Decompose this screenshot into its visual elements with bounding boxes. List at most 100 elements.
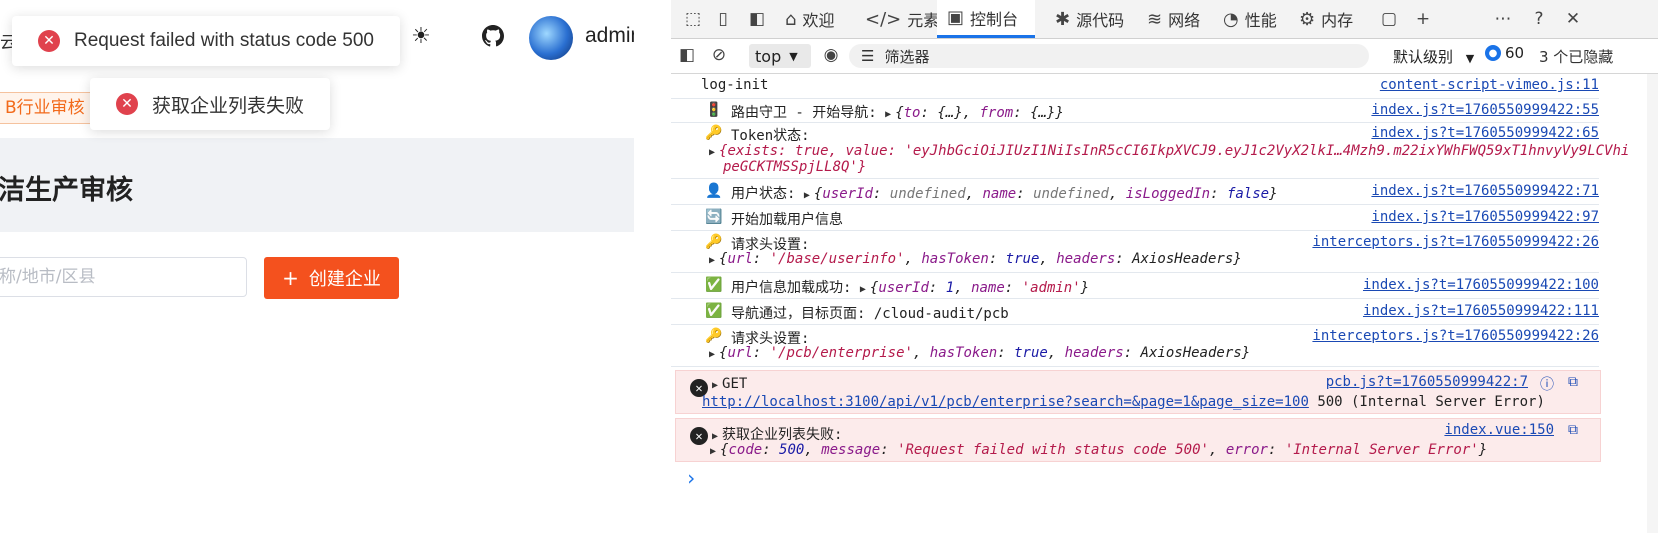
console-scrollbar[interactable]: [1647, 74, 1658, 533]
expand-icon[interactable]: ▶: [709, 349, 715, 360]
expand-icon[interactable]: ▶: [710, 446, 716, 457]
message-icon: ●: [1485, 45, 1501, 61]
console-error-row: ✕ ▶ GET pcb.js?t=1760550999422:7 ⓘ ⧉ http…: [675, 370, 1601, 414]
check-icon: ✅: [705, 277, 723, 293]
source-link[interactable]: pcb.js?t=1760550999422:7: [1326, 374, 1528, 390]
context-select[interactable]: top ▼: [749, 44, 811, 68]
console-row: 🚦 路由守卫 - 开始导航: ▶ {to: {…}, from: {…}} ind…: [671, 98, 1599, 123]
expand-icon[interactable]: ▶: [804, 190, 810, 201]
create-enterprise-label: 创建企业: [308, 269, 381, 290]
gauge-icon: ◔: [1223, 8, 1239, 30]
source-link[interactable]: index.js?t=1760550999422:97: [1371, 209, 1599, 225]
error-icon: ✕: [38, 30, 60, 52]
wifi-icon: ≋: [1147, 8, 1163, 30]
code-icon: </>: [865, 8, 902, 30]
hidden-count: 3 个已隐藏: [1539, 48, 1614, 66]
console-row: ✅ 导航通过，目标页面: /cloud-audit/pcb index.js?t…: [671, 298, 1599, 325]
traffic-light-icon: 🚦: [705, 102, 723, 118]
key-icon: 🔑: [705, 234, 723, 250]
copilot-icon[interactable]: ⧉: [1568, 374, 1578, 390]
tab-industry-review[interactable]: B行业审核: [0, 92, 96, 124]
github-icon[interactable]: [479, 22, 507, 50]
user-icon: 👤: [705, 183, 723, 199]
key-icon: 🔑: [705, 328, 723, 344]
source-link[interactable]: index.js?t=1760550999422:55: [1371, 102, 1599, 118]
error-icon: ✕: [116, 93, 138, 115]
key-icon: 🔑: [705, 125, 723, 141]
source-link[interactable]: content-script-vimeo.js:11: [1380, 77, 1599, 93]
source-link[interactable]: index.js?t=1760550999422:65: [1371, 125, 1599, 141]
log-level-select[interactable]: 默认级别 ▼: [1393, 46, 1474, 67]
filter-icon: ☰: [861, 47, 875, 65]
tab-network[interactable]: ≋ 网络: [1141, 0, 1206, 38]
create-enterprise-button[interactable]: + 创建企业: [264, 257, 399, 299]
page-title: 洁生产审核: [0, 175, 133, 206]
devtools-panel: ⬚ ▯ ◧ ⌂ 欢迎 </> 元素 ▣ 控制台 ✱ 源代码 ≋ 网络 ◔ 性能 ⚙ 内存 ▢ …: [635, 0, 1658, 533]
toast-message: 获取企业列表失败: [152, 94, 305, 117]
chevron-down-icon: ▼: [1465, 52, 1475, 65]
inspect-icon[interactable]: ⬚: [681, 8, 705, 30]
expand-icon[interactable]: ▶: [709, 255, 715, 266]
more-options-icon[interactable]: ⋯: [1491, 8, 1515, 30]
bug-icon: ✱: [1055, 8, 1071, 30]
console-row: 👤 用户状态: ▶ {userId: undefined, name: undef…: [671, 178, 1599, 205]
tab-elements[interactable]: </> 元素: [859, 0, 945, 38]
source-link[interactable]: index.js?t=1760550999422:100: [1363, 277, 1599, 293]
eye-icon[interactable]: ◉: [819, 44, 843, 66]
search-input[interactable]: 称/地市/区县: [0, 257, 247, 297]
username[interactable]: admin: [585, 24, 634, 48]
console-prompt[interactable]: ›: [685, 466, 697, 490]
memory-icon: ⚙: [1299, 8, 1316, 30]
expand-icon[interactable]: ▶: [709, 147, 715, 158]
panel-divider[interactable]: [635, 0, 671, 533]
clear-console-icon[interactable]: ⊘: [707, 44, 731, 66]
avatar[interactable]: [529, 16, 573, 60]
help-icon[interactable]: ?: [1527, 8, 1551, 30]
source-link[interactable]: index.vue:150: [1444, 422, 1554, 438]
info-icon[interactable]: ⓘ: [1540, 374, 1554, 394]
theme-toggle-icon[interactable]: ☀: [407, 22, 435, 50]
refresh-icon: 🔄: [705, 209, 723, 225]
console-row: 🔑 请求头设置: interceptors.js?t=1760550999422…: [671, 230, 1599, 273]
copilot-icon[interactable]: ⧉: [1568, 422, 1578, 438]
plus-icon: +: [282, 266, 299, 290]
error-toast: ✕ 获取企业列表失败: [90, 78, 331, 130]
expand-icon[interactable]: ▶: [860, 284, 866, 295]
expand-icon[interactable]: ▶: [712, 431, 718, 442]
console-row: ✅ 用户信息加载成功: ▶ {userId: 1, name: 'admin'} …: [671, 272, 1599, 299]
console-toolbar: ◧ ⊘ top ▼ ◉ ☰ 筛选器 默认级别 ▼ ● 60 3 个已隐藏: [671, 39, 1658, 74]
sidebar-icon[interactable]: ◧: [675, 44, 699, 66]
close-icon[interactable]: ✕: [1561, 8, 1585, 30]
console-row: 🔄 开始加载用户信息 index.js?t=1760550999422:97: [671, 204, 1599, 231]
tab-performance[interactable]: ◔ 性能: [1217, 0, 1283, 38]
check-icon: ✅: [705, 303, 723, 319]
toast-message: Request failed with status code 500: [74, 30, 374, 51]
device-toolbar-icon[interactable]: ▯: [711, 8, 735, 30]
tab-memory[interactable]: ⚙ 内存: [1293, 0, 1359, 38]
expand-icon[interactable]: ▶: [712, 380, 718, 391]
home-icon: ⌂: [785, 8, 797, 30]
console-icon: ▣: [947, 7, 965, 28]
expand-icon[interactable]: ▶: [885, 109, 891, 120]
error-toast: ✕ Request failed with status code 500: [12, 16, 400, 66]
filter-input[interactable]: ☰ 筛选器: [849, 44, 1369, 68]
tab-welcome[interactable]: ⌂ 欢迎: [779, 0, 840, 38]
source-link[interactable]: interceptors.js?t=1760550999422:26: [1312, 328, 1599, 344]
console-output: log-init content-script-vimeo.js:11 🚦 路由…: [671, 74, 1658, 533]
console-error-row: ✕ ▶ 获取企业列表失败: index.vue:150 ⧉ ▶ {code: 500…: [675, 418, 1601, 462]
request-url-link[interactable]: http://localhost:3100/api/v1/pcb/enterpr…: [702, 394, 1309, 410]
add-tab-icon[interactable]: +: [1411, 8, 1435, 30]
console-row: log-init content-script-vimeo.js:11: [671, 74, 1599, 99]
source-link[interactable]: index.js?t=1760550999422:71: [1371, 183, 1599, 199]
chevron-down-icon: ▼: [789, 49, 798, 63]
issues-badge[interactable]: ● 60: [1485, 44, 1524, 62]
error-icon: ✕: [690, 427, 708, 445]
app-panel: 云 ✿ ☀ admin B行业审核 洁生产审核 称/地市/区县 + 创建企业 ✕…: [0, 0, 634, 533]
tab-console[interactable]: ▣ 控制台: [937, 0, 1035, 38]
tab-sources[interactable]: ✱ 源代码: [1049, 0, 1130, 38]
source-link[interactable]: index.js?t=1760550999422:111: [1363, 303, 1599, 319]
console-row: 🔑 Token状态: index.js?t=1760550999422:65 ▶…: [671, 122, 1629, 179]
sidebar-toggle-icon[interactable]: ◧: [745, 8, 769, 30]
more-tools-icon[interactable]: ▢: [1377, 8, 1401, 30]
source-link[interactable]: interceptors.js?t=1760550999422:26: [1312, 234, 1599, 250]
